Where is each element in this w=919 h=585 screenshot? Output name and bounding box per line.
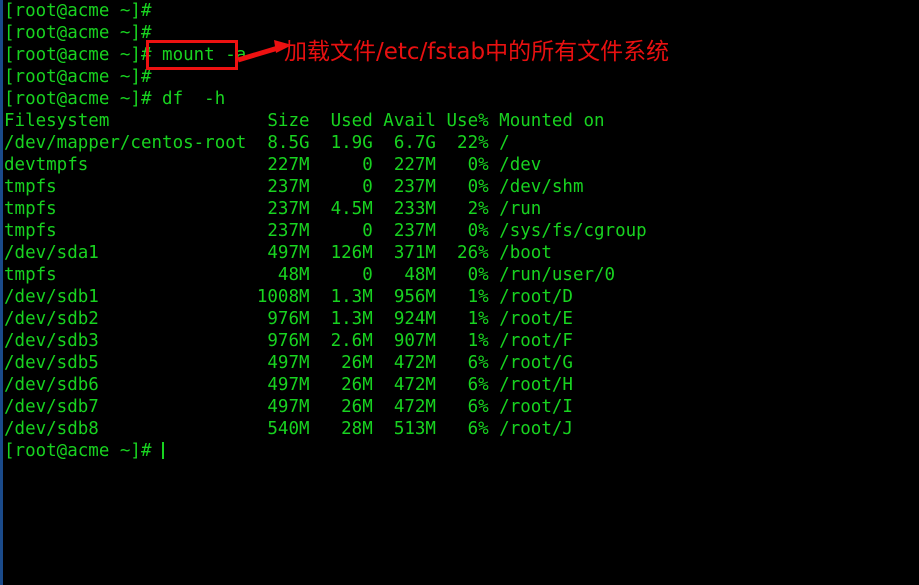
df-table-row: /dev/mapper/centos-root 8.5G 1.9G 6.7G 2…: [4, 133, 510, 153]
df-table-row: tmpfs 237M 0 237M 0% /sys/fs/cgroup: [4, 221, 647, 241]
df-table-row: /dev/sdb1 1008M 1.3M 956M 1% /root/D: [4, 287, 573, 307]
terminal-final-prompt: [root@acme ~]#: [4, 440, 914, 462]
terminal-line: [root@acme ~]#: [4, 1, 163, 21]
df-table-row: /dev/sdb5 497M 26M 472M 6% /root/G: [4, 353, 573, 373]
terminal-output-area[interactable]: [root@acme ~]# [root@acme ~]# [root@acme…: [4, 0, 914, 585]
df-table-row: /dev/sdb6 497M 26M 472M 6% /root/H: [4, 375, 573, 395]
text-cursor: [162, 442, 165, 459]
df-table-row: tmpfs 237M 4.5M 233M 2% /run: [4, 199, 542, 219]
df-table-row: tmpfs 237M 0 237M 0% /dev/shm: [4, 177, 584, 197]
terminal-line: [root@acme ~]#: [4, 67, 163, 87]
df-table-row: /dev/sdb3 976M 2.6M 907M 1% /root/F: [4, 331, 573, 351]
df-table-row: /dev/sda1 497M 126M 371M 26% /boot: [4, 243, 552, 263]
df-table-row: /dev/sdb8 540M 28M 513M 6% /root/J: [4, 419, 573, 439]
window-left-edge: [0, 0, 3, 585]
terminal-line-df-command: [root@acme ~]# df -h: [4, 89, 226, 109]
df-header-row: Filesystem Size Used Avail Use% Mounted …: [4, 111, 605, 131]
terminal-window: [root@acme ~]# [root@acme ~]# [root@acme…: [0, 0, 919, 585]
df-table-row: devtmpfs 227M 0 227M 0% /dev: [4, 155, 542, 175]
df-table-row: tmpfs 48M 0 48M 0% /run/user/0: [4, 265, 616, 285]
df-table-row: /dev/sdb7 497M 26M 472M 6% /root/I: [4, 397, 573, 417]
df-table-row: /dev/sdb2 976M 1.3M 924M 1% /root/E: [4, 309, 573, 329]
annotation-note-text: 加载文件/etc/fstab中的所有文件系统: [284, 39, 670, 65]
prompt-text: [root@acme ~]#: [4, 441, 163, 461]
